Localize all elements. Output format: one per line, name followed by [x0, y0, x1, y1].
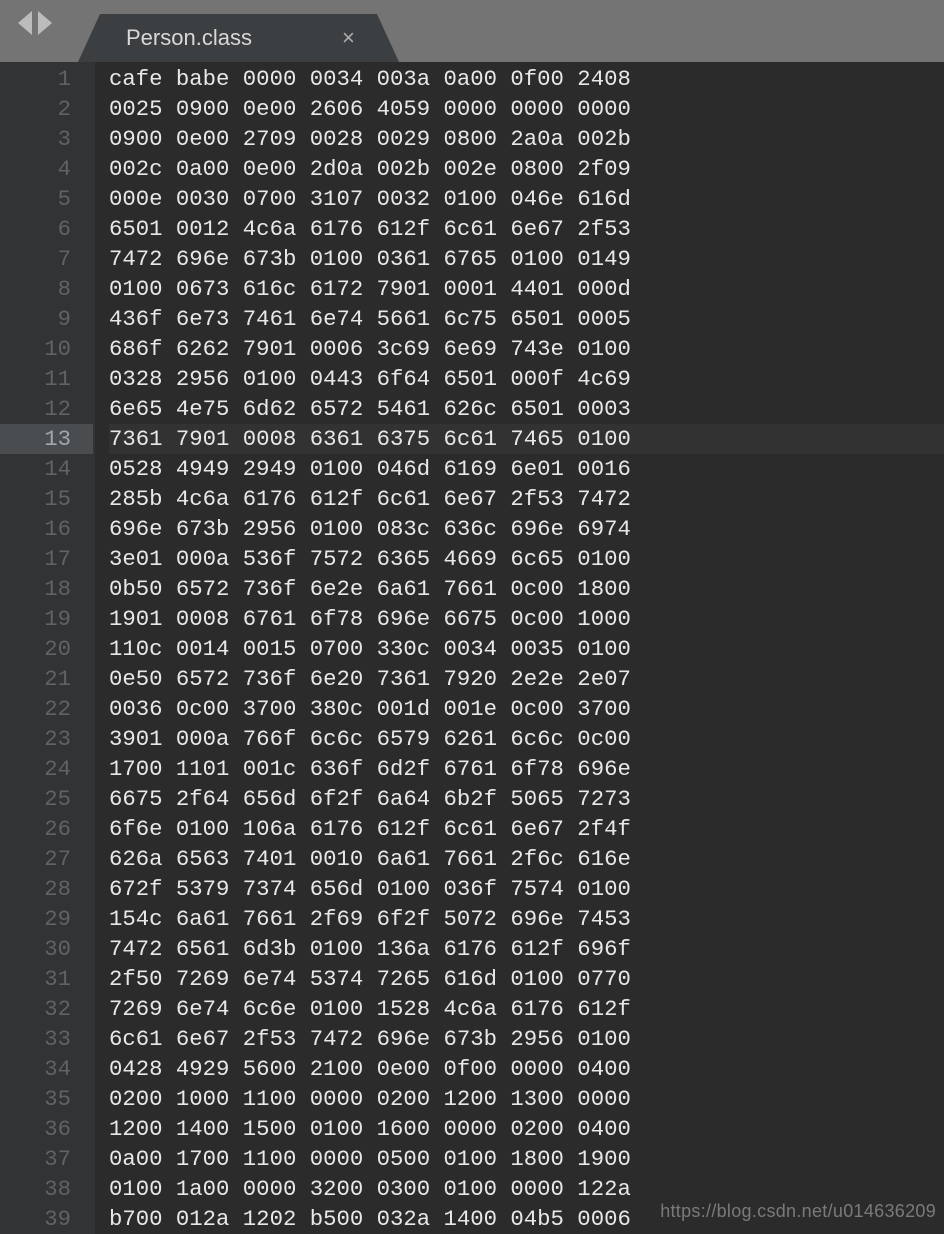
- nav-back-icon[interactable]: [18, 11, 32, 35]
- line-number: 21: [0, 664, 71, 694]
- code-line: 1700 1101 001c 636f 6d2f 6761 6f78 696e: [109, 754, 944, 784]
- line-number: 7: [0, 244, 71, 274]
- code-line: 3e01 000a 536f 7572 6365 4669 6c65 0100: [109, 544, 944, 574]
- line-number: 2: [0, 94, 71, 124]
- code-line: 0b50 6572 736f 6e2e 6a61 7661 0c00 1800: [109, 574, 944, 604]
- code-line: 0036 0c00 3700 380c 001d 001e 0c00 3700: [109, 694, 944, 724]
- line-number: 31: [0, 964, 71, 994]
- code-line: 0100 0673 616c 6172 7901 0001 4401 000d: [109, 274, 944, 304]
- code-line: 154c 6a61 7661 2f69 6f2f 5072 696e 7453: [109, 904, 944, 934]
- line-number: 23: [0, 724, 71, 754]
- code-line: 1200 1400 1500 0100 1600 0000 0200 0400: [109, 1114, 944, 1144]
- code-line: 672f 5379 7374 656d 0100 036f 7574 0100: [109, 874, 944, 904]
- line-number: 6: [0, 214, 71, 244]
- code-line: 0e50 6572 736f 6e20 7361 7920 2e2e 2e07: [109, 664, 944, 694]
- code-line: 6c61 6e67 2f53 7472 696e 673b 2956 0100: [109, 1024, 944, 1054]
- code-line: 285b 4c6a 6176 612f 6c61 6e67 2f53 7472: [109, 484, 944, 514]
- code-line: 7472 696e 673b 0100 0361 6765 0100 0149: [109, 244, 944, 274]
- code-line: 0200 1000 1100 0000 0200 1200 1300 0000: [109, 1084, 944, 1114]
- tab-title: Person.class: [126, 25, 252, 51]
- line-number: 39: [0, 1204, 71, 1234]
- line-number: 13: [0, 424, 93, 454]
- line-number: 27: [0, 844, 71, 874]
- code-line: 0a00 1700 1100 0000 0500 0100 1800 1900: [109, 1144, 944, 1174]
- nav-forward-icon[interactable]: [38, 11, 52, 35]
- tab-bar: Person.class ×: [0, 0, 944, 62]
- code-line: 7269 6e74 6c6e 0100 1528 4c6a 6176 612f: [109, 994, 944, 1024]
- line-number: 17: [0, 544, 71, 574]
- line-number: 14: [0, 454, 71, 484]
- code-line: 0428 4929 5600 2100 0e00 0f00 0000 0400: [109, 1054, 944, 1084]
- code-line: cafe babe 0000 0034 003a 0a00 0f00 2408: [109, 64, 944, 94]
- line-number: 5: [0, 184, 71, 214]
- line-number: 35: [0, 1084, 71, 1114]
- line-number: 25: [0, 784, 71, 814]
- code-line: 000e 0030 0700 3107 0032 0100 046e 616d: [109, 184, 944, 214]
- line-number: 29: [0, 904, 71, 934]
- line-number: 15: [0, 484, 71, 514]
- line-number: 10: [0, 334, 71, 364]
- editor-area: 1234567891011121314151617181920212223242…: [0, 62, 944, 1234]
- code-line: 7361 7901 0008 6361 6375 6c61 7465 0100: [109, 424, 944, 454]
- line-number: 34: [0, 1054, 71, 1084]
- line-number: 20: [0, 634, 71, 664]
- code-content[interactable]: cafe babe 0000 0034 003a 0a00 0f00 24080…: [95, 62, 944, 1234]
- line-number: 32: [0, 994, 71, 1024]
- code-line: 0100 1a00 0000 3200 0300 0100 0000 122a: [109, 1174, 944, 1204]
- nav-arrows: [0, 0, 70, 62]
- line-number: 19: [0, 604, 71, 634]
- code-line: 0900 0e00 2709 0028 0029 0800 2a0a 002b: [109, 124, 944, 154]
- line-number: 8: [0, 274, 71, 304]
- watermark-text: https://blog.csdn.net/u014636209: [660, 1201, 936, 1222]
- line-number: 11: [0, 364, 71, 394]
- code-line: 7472 6561 6d3b 0100 136a 6176 612f 696f: [109, 934, 944, 964]
- code-line: 436f 6e73 7461 6e74 5661 6c75 6501 0005: [109, 304, 944, 334]
- code-line: 696e 673b 2956 0100 083c 636c 696e 6974: [109, 514, 944, 544]
- code-line: 3901 000a 766f 6c6c 6579 6261 6c6c 0c00: [109, 724, 944, 754]
- code-line: 686f 6262 7901 0006 3c69 6e69 743e 0100: [109, 334, 944, 364]
- line-number: 33: [0, 1024, 71, 1054]
- line-number: 22: [0, 694, 71, 724]
- line-number: 38: [0, 1174, 71, 1204]
- line-number: 9: [0, 304, 71, 334]
- line-number: 37: [0, 1144, 71, 1174]
- line-number: 1: [0, 64, 71, 94]
- code-line: 0025 0900 0e00 2606 4059 0000 0000 0000: [109, 94, 944, 124]
- code-line: 0528 4949 2949 0100 046d 6169 6e01 0016: [109, 454, 944, 484]
- line-number: 30: [0, 934, 71, 964]
- line-number: 3: [0, 124, 71, 154]
- code-line: 6f6e 0100 106a 6176 612f 6c61 6e67 2f4f: [109, 814, 944, 844]
- code-line: 6675 2f64 656d 6f2f 6a64 6b2f 5065 7273: [109, 784, 944, 814]
- line-number: 18: [0, 574, 71, 604]
- line-number-gutter: 1234567891011121314151617181920212223242…: [0, 62, 95, 1234]
- line-number: 4: [0, 154, 71, 184]
- code-line: 0328 2956 0100 0443 6f64 6501 000f 4c69: [109, 364, 944, 394]
- line-number: 26: [0, 814, 71, 844]
- code-line: 2f50 7269 6e74 5374 7265 616d 0100 0770: [109, 964, 944, 994]
- line-number: 24: [0, 754, 71, 784]
- code-line: 1901 0008 6761 6f78 696e 6675 0c00 1000: [109, 604, 944, 634]
- close-icon[interactable]: ×: [342, 25, 355, 51]
- line-number: 16: [0, 514, 71, 544]
- line-number: 28: [0, 874, 71, 904]
- code-line: 002c 0a00 0e00 2d0a 002b 002e 0800 2f09: [109, 154, 944, 184]
- code-line: 6e65 4e75 6d62 6572 5461 626c 6501 0003: [109, 394, 944, 424]
- line-number: 12: [0, 394, 71, 424]
- tab-person-class[interactable]: Person.class ×: [100, 14, 377, 62]
- line-number: 36: [0, 1114, 71, 1144]
- code-line: 626a 6563 7401 0010 6a61 7661 2f6c 616e: [109, 844, 944, 874]
- code-line: 110c 0014 0015 0700 330c 0034 0035 0100: [109, 634, 944, 664]
- code-line: 6501 0012 4c6a 6176 612f 6c61 6e67 2f53: [109, 214, 944, 244]
